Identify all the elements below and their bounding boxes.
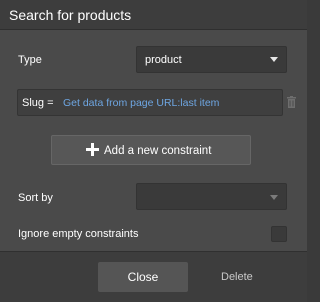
- type-select-value: product: [145, 54, 182, 66]
- trash-icon[interactable]: [287, 96, 296, 108]
- sort-by-label: Sort by: [18, 192, 53, 204]
- close-button-label: Close: [127, 270, 159, 284]
- type-label: Type: [18, 54, 42, 66]
- dialog-title: Search for products: [9, 7, 132, 23]
- search-dialog: Search for products Type product Slug = …: [0, 0, 307, 302]
- constraint-value[interactable]: Get data from page URL:last item: [63, 96, 219, 110]
- plus-icon: [86, 143, 99, 156]
- type-select[interactable]: product: [136, 46, 287, 73]
- chevron-down-icon: [270, 57, 278, 62]
- constraint-row[interactable]: Slug = Get data from page URL:last item: [17, 89, 283, 116]
- dialog-header: Search for products: [0, 0, 307, 30]
- chevron-down-icon: [270, 195, 278, 200]
- close-button[interactable]: Close: [98, 262, 188, 292]
- add-constraint-button[interactable]: Add a new constraint: [51, 135, 251, 165]
- sort-by-select[interactable]: [136, 183, 287, 210]
- delete-button[interactable]: Delete: [221, 270, 253, 284]
- ignore-empty-checkbox[interactable]: [271, 226, 287, 242]
- add-constraint-label: Add a new constraint: [104, 145, 212, 157]
- ignore-empty-label: Ignore empty constraints: [18, 228, 139, 240]
- constraint-key: Slug =: [22, 97, 54, 109]
- dialog-footer: Close Delete: [0, 251, 307, 302]
